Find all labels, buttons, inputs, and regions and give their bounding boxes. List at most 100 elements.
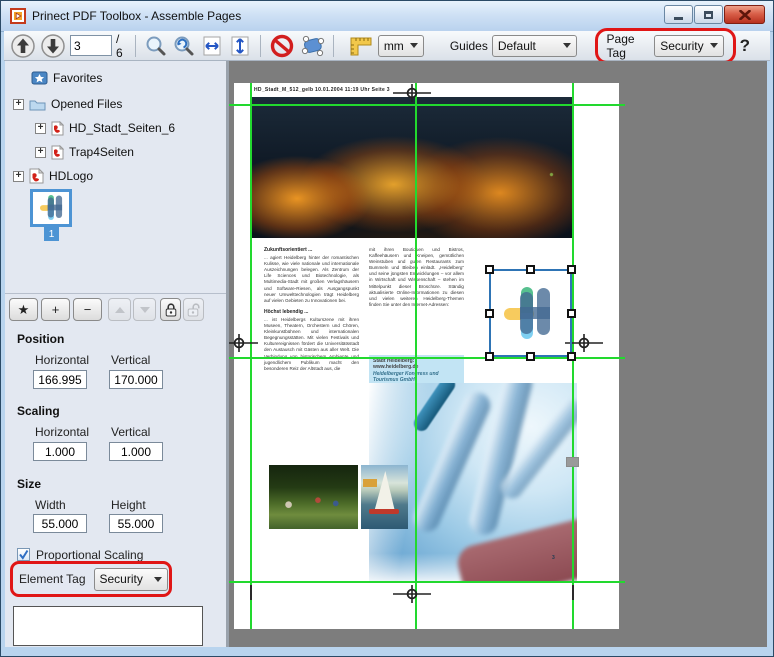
scaling-horizontal-input[interactable] [33,442,87,461]
trim-mark-right [572,585,574,600]
favorite-button[interactable]: ★ [9,298,38,321]
registration-mark-top [393,81,431,105]
tree-label: Favorites [53,71,102,85]
element-tag-value: Security [100,572,143,586]
page-number-print: 3 [552,555,555,561]
pdf-file-icon [51,121,64,136]
main-toolbar: / 6 mm Guides Default [4,31,770,61]
pen-shape [411,383,458,434]
close-button[interactable] [724,5,765,24]
tree-item-opened-files[interactable]: + Opened Files [13,95,122,113]
ruler-button[interactable] [348,33,374,59]
fit-height-button[interactable] [228,33,252,59]
registration-mark-left [229,331,258,355]
content-area: Favorites + Opened Files + HD_Stadt_Seit… [5,61,767,647]
tree-label: Trap4Seiten [69,145,134,159]
position-vertical-input[interactable] [109,370,163,389]
size-width-label: Width [35,498,66,512]
guide-grip[interactable] [566,457,579,467]
selection-handle-ne[interactable] [567,265,576,274]
toolbar-separator [333,35,334,57]
column-paragraph: ... agiert Heidelberg hinter der romanti… [264,255,359,304]
size-height-input[interactable] [109,514,163,533]
document-canvas[interactable]: HD_Stadt_M_512_gelb 10.01.2004 11:19 Uhr… [229,61,767,647]
guides-label: Guides [450,39,488,53]
element-tag-select[interactable]: Security [94,568,168,591]
lock-button[interactable] [160,298,181,321]
move-down-button [133,298,156,321]
selection-handle-n[interactable] [526,265,535,274]
column-heading: Zukunftsorientiert ... [264,247,359,253]
crowd-photo [269,465,358,529]
pdf-file-icon [29,168,44,184]
guides-select[interactable]: Default [492,35,577,57]
guide-vertical-center[interactable] [415,83,417,629]
move-up-button [108,298,131,321]
add-button[interactable]: + [41,298,70,321]
page-count-label: / 6 [116,32,127,60]
node-shape-icon [299,33,325,59]
position-horizontal-label: Horizontal [35,353,89,367]
app-window: Prinect PDF Toolbox - Assemble Pages / 6 [0,0,774,657]
zoom-previous-button[interactable] [172,33,196,59]
page-number-input[interactable] [70,35,112,56]
expand-icon[interactable]: + [13,99,24,110]
logo-page-thumbnail[interactable]: 1 [30,189,72,227]
proportional-scaling-checkbox[interactable] [17,548,30,561]
tree-label: HDLogo [49,169,93,183]
page-slug: HD_Stadt_M_512_gelb 10.01.2004 11:19 Uhr… [254,87,390,93]
page-tag-select[interactable]: Security [654,35,723,57]
logo-thumbnail-art [40,195,65,220]
trim-mark-left [250,585,252,600]
unit-select[interactable]: mm [378,35,424,57]
chevron-down-icon [710,43,718,48]
no-guides-button[interactable] [269,33,295,59]
selection-handle-w[interactable] [485,309,494,318]
maximize-icon [704,11,713,19]
maximize-button[interactable] [694,5,723,24]
selection-handle-s[interactable] [526,352,535,361]
selection-handle-sw[interactable] [485,352,494,361]
guide-horizontal-middle[interactable] [229,357,625,359]
sail-shape [371,471,397,509]
roof-shape [363,479,377,487]
position-horizontal-input[interactable] [33,370,87,389]
selection-handle-se[interactable] [567,352,576,361]
toolbar-separator [260,35,261,57]
expand-icon[interactable]: + [35,147,46,158]
scaling-heading: Scaling [17,404,60,418]
tree-item-hdlogo[interactable]: + HDLogo [13,167,93,185]
notes-input[interactable] [13,606,203,646]
edit-nodes-button[interactable] [299,33,325,59]
selected-logo-element[interactable] [489,269,572,357]
fit-width-button[interactable] [200,33,224,59]
guide-vertical-left[interactable] [250,83,252,629]
unit-value: mm [384,39,404,53]
fit-height-icon [228,34,252,58]
lock-closed-icon [165,303,177,317]
expand-icon[interactable]: + [35,123,46,134]
scaling-vertical-input[interactable] [109,442,163,461]
size-width-input[interactable] [33,514,87,533]
zoom-in-button[interactable] [144,33,168,59]
tree-item-trap4seiten[interactable]: + Trap4Seiten [35,143,134,161]
size-heading: Size [17,477,41,491]
magnifier-icon [144,34,168,58]
guides-value: Default [498,39,536,53]
tree-item-favorites[interactable]: Favorites [31,69,102,87]
toolbar-separator [135,35,136,57]
remove-button[interactable]: − [73,298,102,321]
scaling-vertical-label: Vertical [111,425,150,439]
selection-handle-e[interactable] [567,309,576,318]
next-page-button[interactable] [40,33,66,59]
selection-handle-nw[interactable] [485,265,494,274]
minimize-button[interactable] [664,5,693,24]
tree-item-hd-stadt[interactable]: + HD_Stadt_Seiten_6 [35,119,175,137]
page-tag-annotation: Page Tag Security [595,28,736,64]
app-icon [10,8,26,24]
panel-separator [5,293,226,294]
previous-page-button[interactable] [10,33,36,59]
help-button[interactable]: ? [740,36,750,56]
expand-icon[interactable]: + [13,171,24,182]
minimize-icon [674,17,683,20]
